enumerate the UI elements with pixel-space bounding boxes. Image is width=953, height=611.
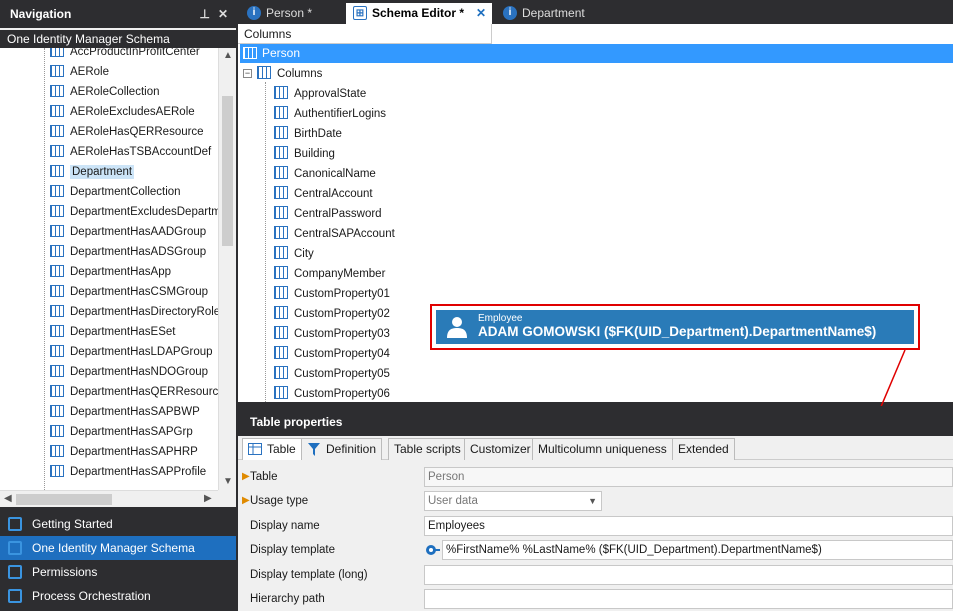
tab-extended[interactable]: Extended bbox=[672, 438, 735, 460]
tab-label: Table bbox=[267, 442, 296, 456]
label-text: Table bbox=[250, 471, 278, 483]
tab-definition[interactable]: Definition bbox=[301, 438, 383, 460]
tab-label: Extended bbox=[678, 442, 729, 456]
preview-value: ADAM GOMOWSKI ($FK(UID_Department).Depar… bbox=[478, 324, 877, 339]
tab-table[interactable]: Table bbox=[242, 438, 302, 460]
tab-table-scripts[interactable]: Table scripts bbox=[388, 438, 467, 460]
chevron-down-icon: ▼ bbox=[588, 496, 597, 506]
display-template-long-field[interactable] bbox=[424, 565, 953, 585]
property-label-usage-type: ▶ Usage type bbox=[242, 491, 309, 511]
tab-multicolumn-uniqueness[interactable]: Multicolumn uniqueness bbox=[532, 438, 673, 460]
tab-label: Table scripts bbox=[394, 442, 461, 456]
user-icon bbox=[447, 317, 467, 338]
tab-customizer[interactable]: Customizer bbox=[464, 438, 537, 460]
table-name-field[interactable]: Person bbox=[424, 467, 953, 487]
tab-label: Multicolumn uniqueness bbox=[538, 442, 667, 456]
hierarchy-path-field[interactable] bbox=[424, 589, 953, 609]
label-text: Usage type bbox=[250, 495, 309, 507]
preview-label: Employee bbox=[478, 313, 523, 324]
mandatory-marker-icon: ▶ bbox=[242, 471, 250, 482]
select-value: User data bbox=[428, 495, 478, 507]
tab-label: Definition bbox=[326, 442, 377, 456]
tab-label: Customizer bbox=[470, 442, 531, 456]
display-template-field[interactable]: %FirstName% %LastName% ($FK(UID_Departme… bbox=[442, 540, 953, 560]
property-label-display-name: Display name bbox=[250, 520, 320, 532]
table-properties-tabs: Table Definition Table scripts Customize… bbox=[238, 436, 953, 460]
mandatory-marker-icon: ▶ bbox=[242, 495, 250, 506]
table-icon bbox=[248, 443, 262, 455]
table-properties-header: Table properties bbox=[238, 406, 953, 436]
gear-icon[interactable] bbox=[424, 543, 440, 557]
property-label-hierarchy-path: Hierarchy path bbox=[250, 593, 325, 605]
display-template-preview-callout: Employee ADAM GOMOWSKI ($FK(UID_Departme… bbox=[430, 304, 920, 350]
property-label-display-template: Display template bbox=[250, 544, 336, 556]
employee-preview-card: Employee ADAM GOMOWSKI ($FK(UID_Departme… bbox=[436, 310, 914, 344]
usage-type-select[interactable]: User data ▼ bbox=[424, 491, 602, 511]
display-name-field[interactable]: Employees bbox=[424, 516, 953, 536]
property-label-display-template-long: Display template (long) bbox=[250, 569, 368, 581]
property-label-table: ▶ Table bbox=[242, 467, 278, 487]
filter-icon bbox=[308, 443, 320, 456]
